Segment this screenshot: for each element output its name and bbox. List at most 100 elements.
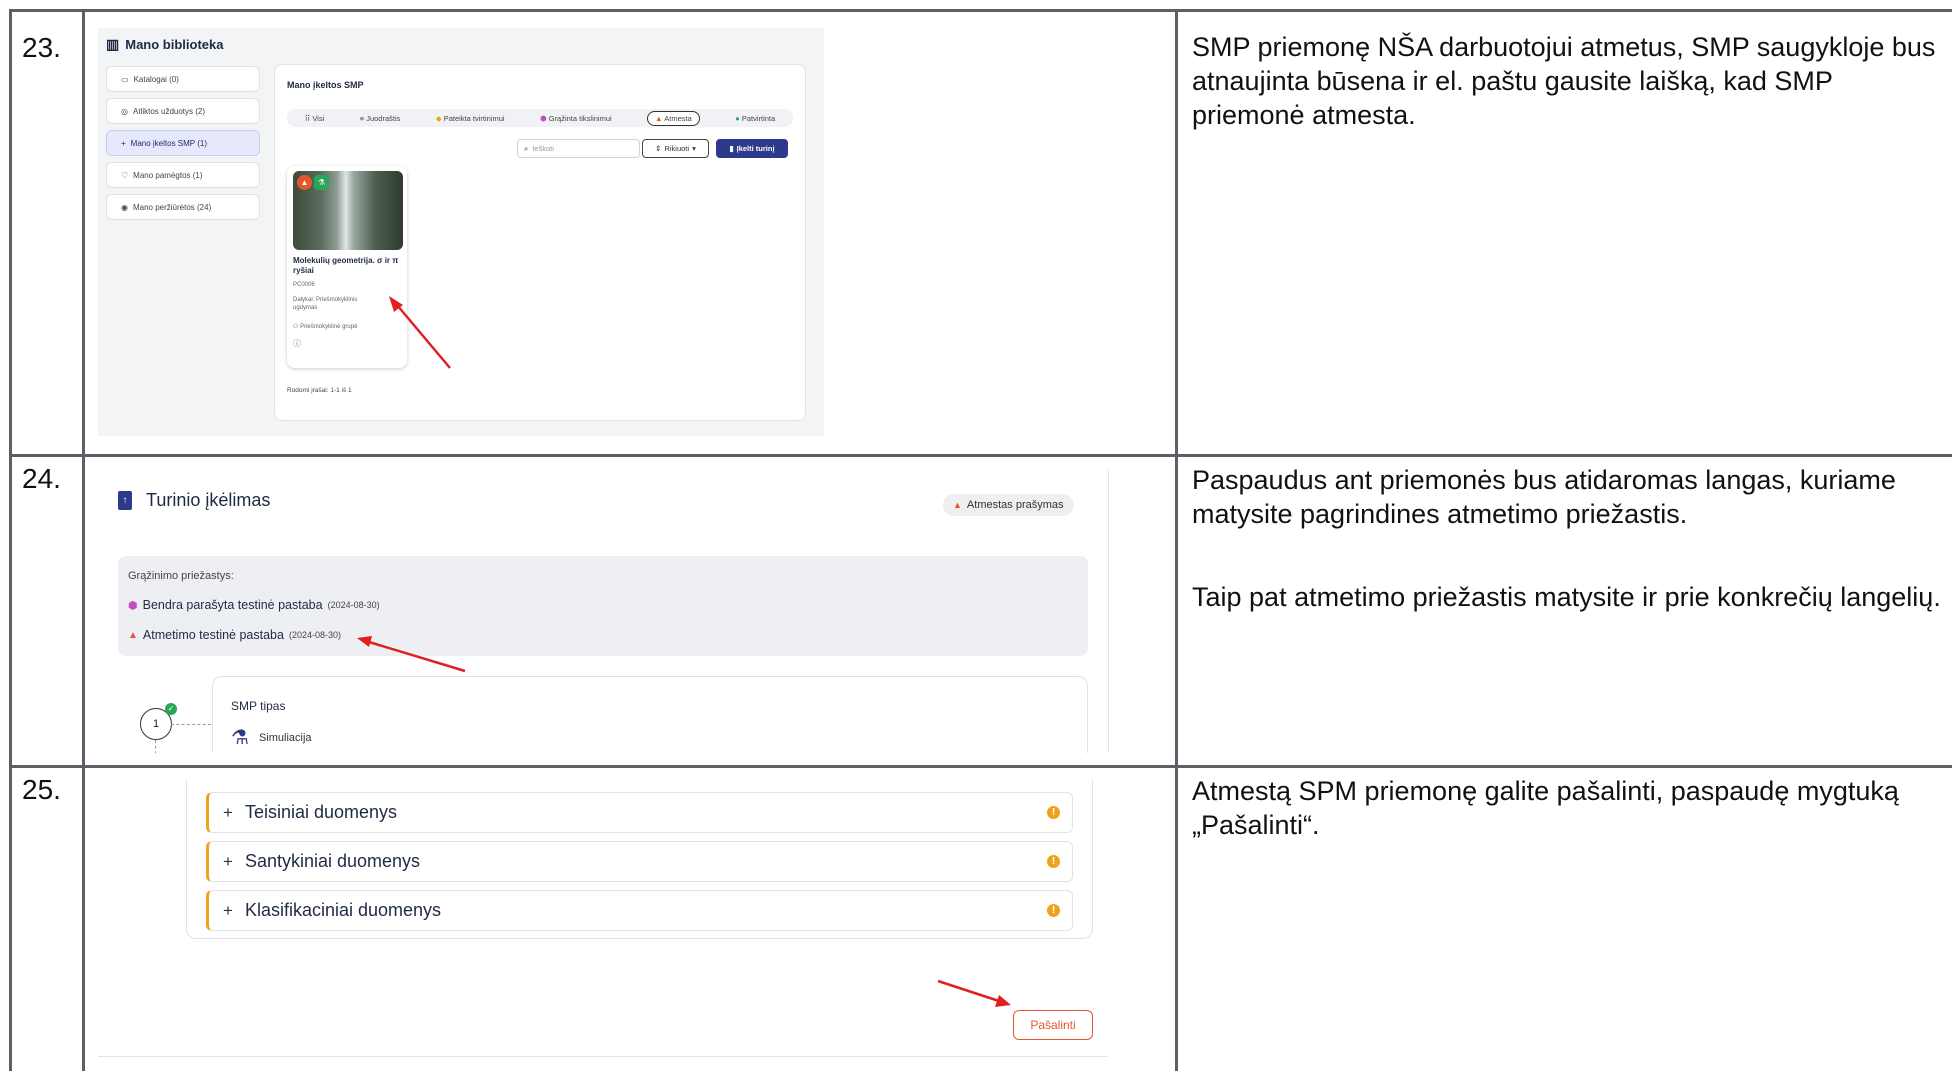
tab-label: Patvirtinta: [741, 113, 776, 123]
row-number: 23.: [22, 32, 61, 63]
reason-text: Bendra parašyta testinė pastaba: [142, 598, 323, 612]
tab-submitted[interactable]: ◆ Pateikta tvirtinimui: [436, 114, 505, 123]
diamond-icon: ◆: [435, 113, 442, 123]
reasons-title: Grąžinimo priežastys:: [128, 570, 234, 582]
tab-label: Atmesta: [664, 113, 692, 123]
group-icon: ⚇: [293, 324, 299, 330]
step-indicator: 1 ✓: [140, 703, 177, 740]
red-arrow: [937, 979, 1011, 1007]
section-accordion-relational[interactable]: + Santykiniai duomenys !: [206, 841, 1073, 882]
plus-icon: +: [121, 138, 126, 148]
section-title: SMP tipas: [231, 699, 286, 713]
upload-label: Įkelti turinį: [736, 144, 775, 153]
plus-icon: +: [223, 802, 233, 822]
heart-icon: ♡: [121, 170, 129, 180]
library-title: Mano biblioteka: [125, 37, 224, 52]
check-icon: ✓: [165, 703, 177, 715]
smp-type-section: SMP tipas ⚗ Simuliacija: [212, 676, 1088, 753]
library-sidebar: ▭ Katalogai (0) ◎ Atliktos užduotys (2) + M…: [106, 66, 260, 226]
hexagon-icon: ⬢: [540, 113, 547, 123]
status-badge-label: Atmestas prašymas: [966, 499, 1064, 511]
return-reasons-box: Grąžinimo priežastys: ⬢ Bendra parašyta t…: [118, 556, 1088, 656]
table-border-left: [9, 9, 12, 1071]
table-divider-row-23: [9, 454, 1952, 457]
sort-icon: ⇕: [655, 144, 662, 153]
hexagon-icon: ⬢: [128, 599, 138, 612]
section-label: Klasifikaciniai duomenys: [244, 900, 442, 920]
step-connector: [171, 724, 211, 725]
card-group: ⚇ Priešmokyklinė grupė: [293, 323, 357, 330]
warning-triangle-icon: ▲: [953, 500, 962, 510]
library-header: ▥ Mano biblioteka: [106, 36, 223, 53]
sidebar-item-favorites[interactable]: ♡ Mano pamėgtos (1): [106, 162, 260, 188]
plus-icon: +: [223, 851, 233, 871]
divider: [98, 1056, 1108, 1057]
sort-button[interactable]: ⇕ Rikiuoti ▾: [642, 139, 709, 158]
books-icon: ▥: [106, 36, 120, 52]
card-title: Molekulių geometrija. σ ir π ryšiai: [293, 256, 399, 275]
library-main-panel: Mano įkeltos SMP ⠿ Visi ≡ Juodraštis ◆ P…: [274, 64, 806, 421]
warning-icon: !: [1047, 806, 1060, 819]
search-input[interactable]: ⌕ Ieškoti: [517, 139, 640, 158]
red-arrow: [389, 296, 451, 369]
search-placeholder: Ieškoti: [532, 144, 554, 153]
file-icon: ▮: [729, 144, 734, 153]
tab-draft[interactable]: ≡ Juodraštis: [360, 114, 401, 123]
type-label: Simuliacija: [258, 731, 312, 744]
section-label: Santykiniai duomenys: [244, 851, 421, 871]
search-icon: ⌕: [524, 143, 529, 153]
section-accordion-classification[interactable]: + Klasifikaciniai duomenys !: [206, 890, 1073, 931]
table-divider-number: [82, 9, 85, 1071]
sidebar-item-label: Atliktos užduotys (2): [132, 106, 206, 116]
flask-icon: ⚗: [231, 727, 249, 749]
upload-screenshot: ↑ Turinio įkėlimas ▲ Atmestas prašymas Gr…: [98, 470, 1109, 753]
sidebar-item-label: Mano peržiūrėtos (24): [132, 202, 212, 212]
dot-icon: ●: [735, 113, 740, 123]
tab-label: Grąžinta tikslinimui: [548, 113, 612, 123]
upload-title: Turinio įkėlimas: [146, 490, 271, 510]
row-description: SMP priemonę NŠA darbuotojui atmetus, SM…: [1192, 32, 1936, 130]
panel-title: Mano įkeltos SMP: [287, 80, 364, 90]
upload-content-button[interactable]: ▮ Įkelti turinį: [716, 139, 788, 158]
status-badge: ▲ Atmestas prašymas: [943, 494, 1074, 516]
tab-rejected[interactable]: ▲ Atmesta: [647, 110, 700, 126]
reason-text: Atmetimo testinė pastaba: [142, 628, 284, 642]
sidebar-item-viewed[interactable]: ◉ Mano peržiūrėtos (24): [106, 194, 260, 220]
records-shown: Rodomi įrašai: 1-1 iš 1: [287, 387, 352, 394]
row-description: Atmestą SPM priemonę galite pašalinti, p…: [1192, 776, 1899, 840]
description-paragraph: Paspaudus ant priemonės bus atidaromas l…: [1192, 465, 1896, 529]
warning-triangle-icon: ▲: [128, 629, 138, 641]
remove-button[interactable]: Pašalinti: [1013, 1010, 1093, 1040]
type-row: ⚗ Simuliacija: [231, 725, 312, 750]
tab-returned[interactable]: ⬢ Grąžinta tikslinimui: [540, 114, 612, 123]
remove-label: Pašalinti: [1030, 1018, 1076, 1032]
library-screenshot: ▥ Mano biblioteka ▭ Katalogai (0) ◎ Atlikt…: [98, 28, 824, 436]
tab-label: Juodraštis: [366, 113, 401, 123]
sidebar-item-my-uploads[interactable]: + Mano įkeltos SMP (1): [106, 130, 260, 156]
row-number: 24.: [22, 463, 61, 494]
reason-date: (2024-08-30): [288, 630, 341, 640]
sections-screenshot: + Teisiniai duomenys ! + Santykiniai duo…: [98, 780, 1108, 1060]
card-image: ▲ ⚗: [293, 171, 403, 250]
tab-approved[interactable]: ● Patvirtinta: [735, 114, 775, 123]
section-label: Teisiniai duomenys: [244, 802, 398, 822]
step-connector: [155, 740, 156, 753]
table-divider-description: [1175, 9, 1178, 1071]
section-accordion-legal[interactable]: + Teisiniai duomenys !: [206, 792, 1073, 833]
rejected-status-icon: ▲: [297, 175, 312, 190]
sidebar-item-completed[interactable]: ◎ Atliktos užduotys (2): [106, 98, 260, 124]
description-paragraph: Taip pat atmetimo priežastis matysite ir…: [1192, 582, 1941, 612]
eye-icon: ◉: [121, 202, 128, 212]
sidebar-item-catalogs[interactable]: ▭ Katalogai (0): [106, 66, 260, 92]
step-number: 1: [152, 718, 160, 730]
tab-label: Visi: [312, 113, 325, 123]
row-number: 25.: [22, 774, 61, 805]
folder-icon: ▭: [121, 74, 129, 84]
card-subjects: Dalykai: Priešmokyklinis ugdymas: [293, 297, 358, 311]
table-divider-row-24: [9, 765, 1952, 768]
tab-all[interactable]: ⠿ Visi: [305, 114, 325, 123]
warning-icon: !: [1047, 904, 1060, 917]
sidebar-item-label: Katalogai (0): [133, 74, 179, 84]
info-icon[interactable]: ⓘ: [293, 338, 301, 349]
card-group-label: Priešmokyklinė grupė: [300, 324, 358, 330]
